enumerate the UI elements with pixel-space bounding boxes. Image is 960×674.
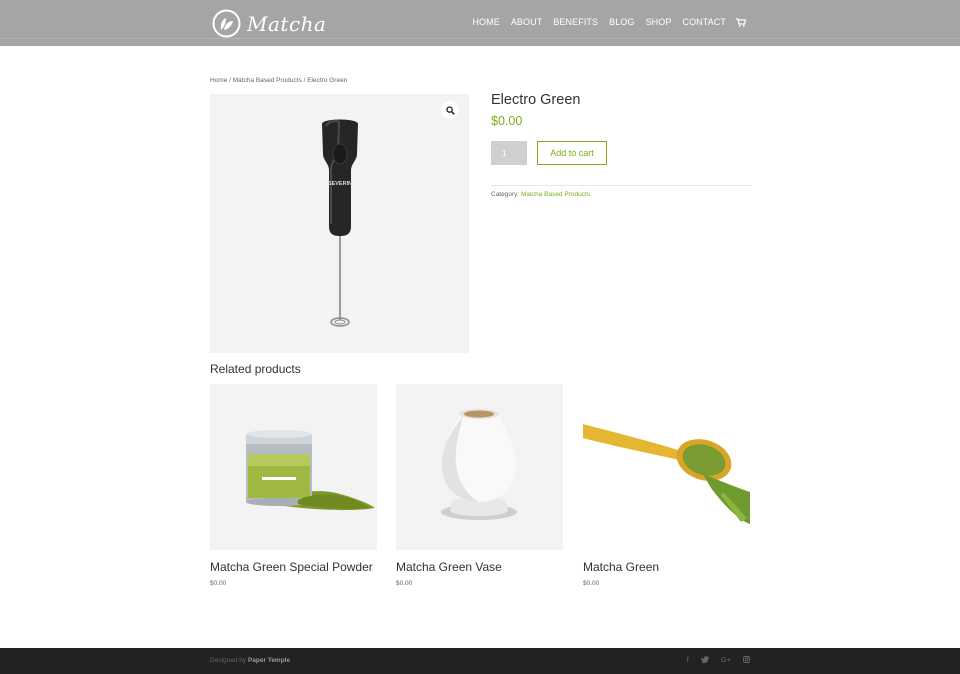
nav-contact[interactable]: CONTACT xyxy=(682,17,726,27)
breadcrumb: Home / Matcha Based Products / Electro G… xyxy=(210,77,347,84)
instagram-icon[interactable] xyxy=(743,656,750,663)
nav-blog[interactable]: BLOG xyxy=(609,17,634,27)
footer-credit: Designed by Paper Temple xyxy=(210,657,290,664)
nav-about[interactable]: ABOUT xyxy=(511,17,543,27)
product-thumbnail[interactable] xyxy=(583,384,750,550)
whisk-holder-image xyxy=(441,409,517,520)
related-product-price: $0.00 xyxy=(583,580,600,587)
product-title: Electro Green xyxy=(491,92,581,108)
facebook-icon[interactable]: f xyxy=(687,655,689,664)
related-product-card[interactable]: Matcha Green Special Powder $0.00 xyxy=(210,384,377,587)
designed-by-label: Designed by xyxy=(210,657,247,664)
nav-benefits[interactable]: BENEFITS xyxy=(553,17,598,27)
nav-home[interactable]: HOME xyxy=(472,17,499,27)
site-footer: Designed by Paper Temple f G+ xyxy=(0,648,960,674)
related-product-name[interactable]: Matcha Green Special Powder xyxy=(210,561,377,574)
twitter-icon[interactable] xyxy=(700,656,709,663)
breadcrumb-home[interactable]: Home xyxy=(210,77,227,84)
related-product-price: $0.00 xyxy=(210,580,227,587)
milk-frother-image: SEVERIN xyxy=(322,119,358,327)
product-price: $0.00 xyxy=(491,114,523,128)
product-meta: Category: Matcha Based Products xyxy=(491,191,590,198)
add-to-cart-button[interactable]: Add to cart xyxy=(537,141,607,165)
designer-link[interactable]: Paper Temple xyxy=(248,657,290,664)
google-plus-icon[interactable]: G+ xyxy=(721,655,731,664)
product-thumbnail[interactable] xyxy=(396,384,563,550)
zoom-button[interactable] xyxy=(441,101,459,119)
leaf-logo-icon xyxy=(212,9,241,38)
related-product-card[interactable]: Matcha Green Vase $0.00 xyxy=(396,384,563,587)
related-products-heading: Related products xyxy=(210,362,301,376)
related-product-card[interactable]: Matcha Green $0.00 xyxy=(583,384,750,587)
category-link[interactable]: Matcha Based Products xyxy=(521,191,590,198)
category-label: Category: xyxy=(491,191,520,198)
magnifier-icon xyxy=(445,105,455,115)
related-product-name[interactable]: Matcha Green xyxy=(583,561,750,574)
matcha-tin-image xyxy=(246,430,375,511)
breadcrumb-category[interactable]: Matcha Based Products xyxy=(233,77,302,84)
product-brand-text: SEVERIN xyxy=(328,181,352,187)
product-thumbnail[interactable] xyxy=(210,384,377,550)
matcha-spoon-image xyxy=(583,424,750,524)
main-nav: HOME ABOUT BENEFITS BLOG SHOP CONTACT xyxy=(461,17,746,27)
divider xyxy=(491,185,751,186)
related-product-price: $0.00 xyxy=(396,580,413,587)
related-product-name[interactable]: Matcha Green Vase xyxy=(396,561,563,574)
site-header: Matcha HOME ABOUT BENEFITS BLOG SHOP CON… xyxy=(0,0,960,46)
logo-text: Matcha xyxy=(247,11,327,36)
nav-shop[interactable]: SHOP xyxy=(646,17,672,27)
breadcrumb-current: Electro Green xyxy=(307,77,348,84)
site-logo[interactable]: Matcha xyxy=(212,9,326,38)
product-image[interactable]: SEVERIN xyxy=(210,94,469,353)
cart-icon[interactable] xyxy=(736,17,746,27)
quantity-input[interactable] xyxy=(491,141,527,165)
social-links: f G+ xyxy=(687,655,750,664)
